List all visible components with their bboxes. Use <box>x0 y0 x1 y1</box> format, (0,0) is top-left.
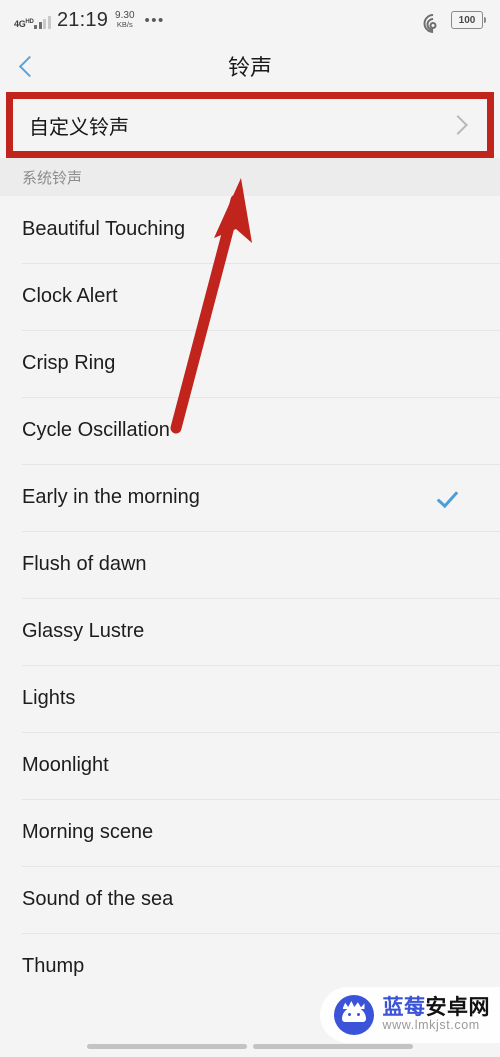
chevron-right-icon <box>448 115 468 135</box>
ringtone-name: Beautiful Touching <box>22 218 186 240</box>
signal-bars-icon <box>34 16 51 29</box>
ringtone-name: Early in the morning <box>22 486 200 508</box>
gesture-nav-bar[interactable] <box>0 1035 500 1057</box>
ringtone-row[interactable]: Beautiful Touching <box>0 196 500 263</box>
ringtone-name: Lights <box>22 687 76 709</box>
ringtone-row[interactable]: Sound of the sea <box>0 866 500 933</box>
watermark-logo-icon <box>333 995 374 1035</box>
ringtone-name: Moonlight <box>22 754 109 776</box>
ringtone-row[interactable]: Crisp Ring <box>0 330 500 397</box>
ringtone-row[interactable]: Glassy Lustre <box>0 598 500 665</box>
watermark-url: www.lmkjst.com <box>382 1018 480 1033</box>
back-button[interactable] <box>0 40 54 92</box>
custom-ringtone-label: 自定义铃声 <box>29 116 129 139</box>
title-bar: 铃声 <box>0 40 500 92</box>
check-icon <box>440 491 464 504</box>
ringtone-row[interactable]: Early in the morning <box>0 464 500 531</box>
watermark-brand-black: 安卓网 <box>425 996 490 1020</box>
ringtone-name: Glassy Lustre <box>22 620 145 642</box>
battery-icon: 100 <box>451 11 486 29</box>
ringtone-name: Sound of the sea <box>22 888 174 910</box>
status-bar-clock: 21:19 <box>56 8 109 31</box>
ringtone-name: Morning scene <box>22 821 154 843</box>
gesture-nav-segment-left[interactable] <box>87 1043 247 1049</box>
status-bar-right: 100 <box>419 9 486 37</box>
ringtone-name: Clock Alert <box>22 285 118 307</box>
wifi-icon <box>419 9 447 37</box>
watermark-brand-blue: 蓝莓 <box>382 996 426 1020</box>
status-bar-overflow-icon: ••• <box>144 11 165 29</box>
net-speed-unit: KB/s <box>116 20 133 30</box>
ringtone-row[interactable]: Flush of dawn <box>0 531 500 598</box>
ringtone-row[interactable]: Lights <box>0 665 500 732</box>
ringtone-row[interactable]: Cycle Oscillation <box>0 397 500 464</box>
status-bar: 4GHD 21:19 9.30 KB/s ••• 100 <box>0 0 500 40</box>
status-bar-left: 4GHD 21:19 9.30 KB/s ••• <box>14 9 423 32</box>
custom-ringtone-highlight-box: 自定义铃声 <box>6 92 494 158</box>
watermark-brand: 蓝莓安卓网 <box>383 997 491 1019</box>
network-type-label: 4GHD <box>14 19 34 29</box>
network-speed-indicator: 9.30 KB/s <box>115 10 134 30</box>
watermark-text: 蓝莓安卓网 www.lmkjst.com <box>383 997 491 1032</box>
ringtone-name: Cycle Oscillation <box>22 419 170 441</box>
chevron-left-icon <box>18 55 40 77</box>
battery-tip <box>484 17 486 23</box>
battery-level-label: 100 <box>451 11 483 29</box>
gesture-nav-segment-right[interactable] <box>253 1043 413 1049</box>
ringtone-name: Flush of dawn <box>22 553 147 575</box>
ringtone-name: Crisp Ring <box>22 352 116 374</box>
custom-ringtone-row[interactable]: 自定义铃声 <box>13 99 487 151</box>
ringtone-row[interactable]: Clock Alert <box>0 263 500 330</box>
cellular-signal-icon: 4GHD <box>14 11 51 29</box>
section-header-system-ringtones: 系统铃声 <box>0 158 500 196</box>
ringtone-list: Beautiful Touching Clock Alert Crisp Ring C… <box>0 196 500 1000</box>
ringtone-row[interactable]: Moonlight <box>0 732 500 799</box>
watermark-logo-face <box>341 1007 366 1022</box>
ringtone-row[interactable]: Morning scene <box>0 799 500 866</box>
ringtone-name: Thump <box>22 955 85 977</box>
page-title: 铃声 <box>227 55 272 80</box>
